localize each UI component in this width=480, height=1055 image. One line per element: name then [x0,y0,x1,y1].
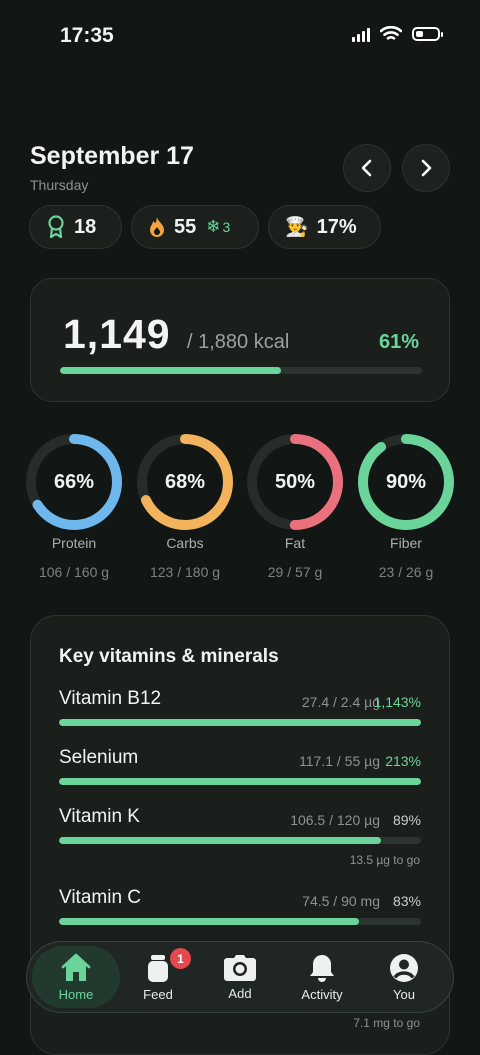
vitamin-percent: 89% [392,812,421,828]
user-icon [390,953,418,982]
chevron-right-icon [421,159,432,177]
chef-percent: 17% [316,215,357,238]
vitamin-progress-fill [59,719,421,726]
vitamin-progress-bar [59,837,421,844]
calories-goal: / 1,880 kcal [187,331,290,353]
vitamin-name: Selenium [59,747,139,768]
wifi-icon [380,26,402,40]
calorie-progress-fill [60,367,281,374]
macro-ring-fiber[interactable]: 90% [355,431,457,533]
tab-activity-label: Activity [301,986,343,1002]
vitamin-amount: 27.4 / 2.4 µg [301,694,380,710]
freeze-count: 3 [222,219,231,235]
vitamin-c-to-go: 7.1 mg to go [353,1016,420,1030]
date-title: September 17 [30,142,194,170]
vitamin-progress-fill [59,778,421,785]
vitamin-progress-bar [59,918,421,925]
macro-percent: 66% [53,470,95,493]
macro-value: 123 / 180 g [149,564,221,580]
snowflake-icon: ❄ [206,217,221,236]
calorie-progress-bar [60,367,422,374]
bell-icon [310,954,334,982]
calories-percent: 61% [378,331,419,353]
tab-activity[interactable]: Activity [283,941,361,1013]
macro-percent: 90% [385,470,427,493]
macro-value: 23 / 26 g [378,564,434,580]
weekday-label: Thursday [30,177,89,193]
tab-feed-label: Feed [143,986,173,1002]
macro-label: Fat [284,535,306,551]
status-icons [352,26,443,42]
vitamin-progress-bar [59,778,421,785]
macro-ring-fat[interactable]: 50% [244,431,346,533]
vitamin-amount: 117.1 / 55 µg [299,753,380,769]
awards-chip[interactable]: 18 [29,205,122,249]
vitamin-progress-fill [59,918,360,925]
next-day-button[interactable] [402,144,450,192]
vitamin-amount: 106.5 / 120 µg [290,812,380,828]
vitamin-to-go: 13.5 µg to go [349,853,420,867]
tab-add[interactable]: Add [201,941,279,1013]
calories-consumed: 1,149 [63,311,171,357]
feed-notification-badge: 1 [170,948,191,969]
vitamin-percent: 83% [392,893,421,909]
jar-icon [148,954,168,982]
macro-value: 29 / 57 g [267,564,323,580]
chevron-left-icon [361,159,372,177]
calorie-card[interactable]: 1,149 / 1,880 kcal 61% [30,278,450,402]
macro-ring-carbs[interactable]: 68% [134,431,236,533]
battery-icon [412,27,443,41]
flame-icon [150,217,164,237]
macro-label: Carbs [166,535,204,551]
award-ribbon-icon [48,215,64,239]
macro-ring-protein[interactable]: 66% [23,431,125,533]
vitamin-progress-fill [59,837,382,844]
cellular-signal-icon [352,26,370,42]
vitamin-progress-bar [59,719,421,726]
chef-chip[interactable]: 👨‍🍳 17% [268,205,381,249]
macro-percent: 68% [164,470,206,493]
vitamin-percent: 1,143% [373,694,421,710]
camera-icon [224,954,256,981]
streak-chip[interactable]: 55 ❄ 3 [131,205,259,249]
streak-count: 55 [174,215,197,238]
tab-you-label: You [393,986,415,1002]
status-time: 17:35 [60,24,114,47]
chef-emoji-icon: 👨‍🍳 [285,217,309,238]
macro-label: Fiber [390,535,422,551]
macro-label: Protein [51,535,97,551]
tab-home[interactable]: Home [37,941,115,1013]
vitamin-percent: 213% [385,753,421,769]
macro-percent: 50% [274,470,316,493]
awards-count: 18 [74,215,97,238]
vitamin-amount: 74.5 / 90 mg [302,893,380,909]
tab-you[interactable]: You [365,941,443,1013]
vitamin-name: Vitamin C [59,887,142,908]
home-icon [61,953,91,981]
vitamins-title: Key vitamins & minerals [59,646,279,667]
vitamin-name: Vitamin B12 [59,688,162,709]
macro-value: 106 / 160 g [38,564,110,580]
vitamin-name: Vitamin K [59,806,140,827]
tab-home-label: Home [58,986,94,1002]
previous-day-button[interactable] [343,144,391,192]
tab-add-label: Add [228,985,252,1001]
